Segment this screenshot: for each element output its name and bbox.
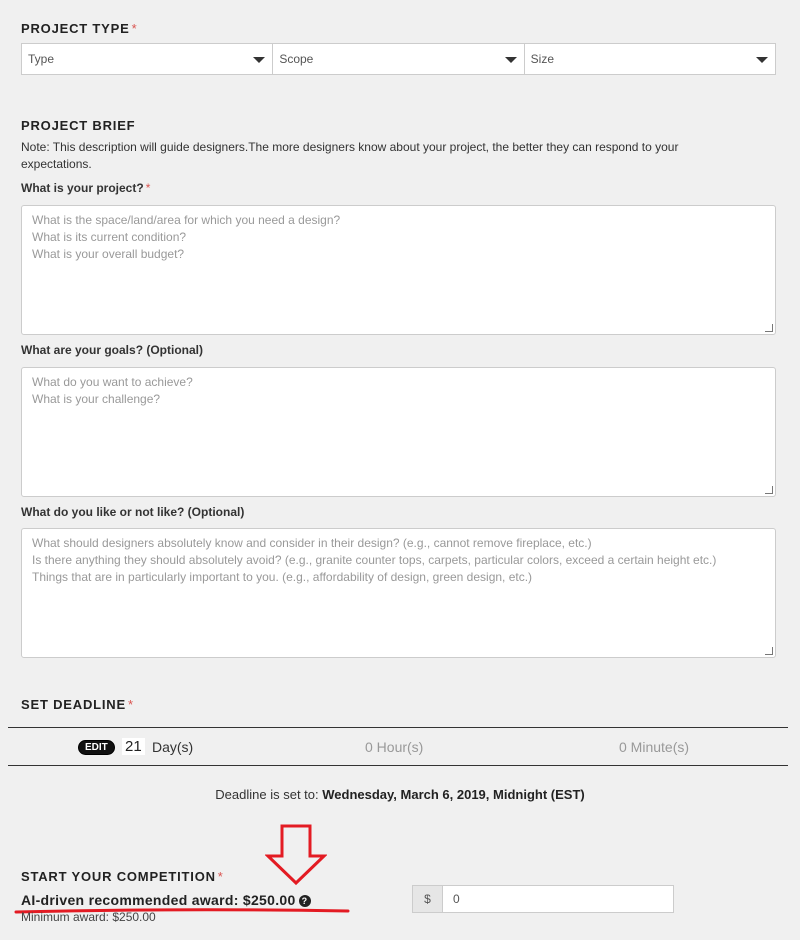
scope-select[interactable]: Scope bbox=[273, 44, 525, 74]
placeholder-line: What is your overall budget? bbox=[32, 247, 185, 261]
placeholder-line: What is your challenge? bbox=[32, 392, 161, 406]
placeholder-line: What do you want to achieve? bbox=[32, 375, 193, 389]
scope-select-value: Scope bbox=[279, 52, 314, 66]
deadline-row: EDIT 21 Day(s) 0 Hour(s) 0 Minute(s) bbox=[8, 729, 788, 765]
goals-question-label: What are your goals? (Optional) bbox=[21, 343, 204, 357]
divider bbox=[8, 765, 788, 766]
goals-textarea[interactable]: What do you want to achieve? What is you… bbox=[21, 367, 776, 497]
chevron-down-icon bbox=[755, 57, 768, 63]
likes-textarea[interactable]: What should designers absolutely know an… bbox=[21, 528, 776, 658]
start-competition-title: START YOUR COMPETITION * bbox=[21, 869, 224, 884]
currency-prefix: $ bbox=[412, 885, 442, 913]
hours-value: 0 Hour(s) bbox=[365, 739, 424, 755]
required-mark: * bbox=[217, 869, 224, 884]
resize-handle-icon[interactable] bbox=[765, 324, 773, 332]
likes-question-label: What do you like or not like? (Optional) bbox=[21, 505, 245, 519]
award-amount-input[interactable]: 0 bbox=[442, 885, 674, 913]
placeholder-line: Things that are in particularly importan… bbox=[32, 570, 533, 584]
project-description-textarea[interactable]: What is the space/land/area for which yo… bbox=[21, 205, 776, 335]
deadline-info: Deadline is set to: Wednesday, March 6, … bbox=[215, 787, 585, 802]
project-brief-note: Note: This description will guide design… bbox=[21, 140, 679, 171]
deadline-date: Wednesday, March 6, 2019, Midnight (EST) bbox=[322, 787, 585, 802]
size-select-value: Size bbox=[530, 52, 554, 66]
placeholder-line: What should designers absolutely know an… bbox=[32, 536, 592, 550]
required-mark: * bbox=[127, 697, 134, 712]
size-select[interactable]: Size bbox=[525, 44, 775, 74]
resize-handle-icon[interactable] bbox=[765, 486, 773, 494]
divider bbox=[8, 727, 788, 728]
project-type-selects: Type Scope Size bbox=[21, 43, 776, 75]
minutes-value: 0 Minute(s) bbox=[619, 739, 690, 755]
placeholder-line: What is the space/land/area for which yo… bbox=[32, 213, 341, 227]
project-type-title: PROJECT TYPE * bbox=[21, 21, 138, 36]
award-amount-group: $ 0 bbox=[412, 885, 674, 913]
required-mark: * bbox=[145, 181, 151, 195]
placeholder-line: What is its current condition? bbox=[32, 230, 187, 244]
resize-handle-icon[interactable] bbox=[765, 647, 773, 655]
set-deadline-title: SET DEADLINE * bbox=[21, 697, 134, 712]
type-select-value: Type bbox=[28, 52, 55, 66]
edit-deadline-button[interactable]: EDIT bbox=[78, 740, 115, 755]
down-arrow-annotation-icon bbox=[265, 824, 327, 886]
chevron-down-icon bbox=[253, 57, 266, 63]
recommended-award: AI-driven recommended award: $250.00? bbox=[21, 892, 311, 908]
project-question-label: What is your project? * bbox=[21, 181, 151, 195]
minimum-award: Minimum award: $250.00 bbox=[21, 910, 156, 924]
project-brief-title: PROJECT BRIEF bbox=[21, 118, 136, 133]
days-value[interactable]: 21 bbox=[122, 738, 145, 755]
placeholder-line: Is there anything they should absolutely… bbox=[32, 553, 717, 567]
question-circle-icon[interactable]: ? bbox=[298, 895, 311, 907]
type-select[interactable]: Type bbox=[22, 44, 274, 74]
chevron-down-icon bbox=[504, 57, 517, 63]
days-unit: Day(s) bbox=[152, 739, 194, 755]
required-mark: * bbox=[131, 21, 138, 36]
